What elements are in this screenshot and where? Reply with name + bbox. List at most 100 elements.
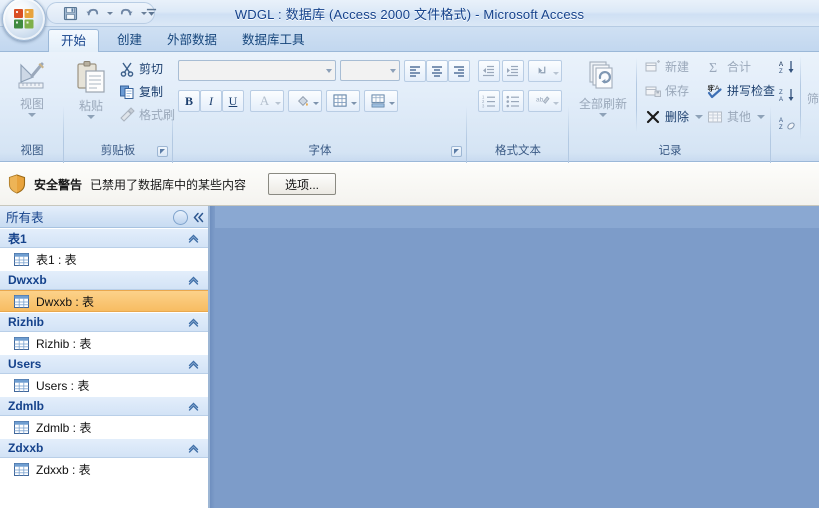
more-icon: [707, 109, 723, 125]
nav-item-users[interactable]: Users : 表: [0, 374, 208, 396]
nav-item-zdxxb[interactable]: Zdxxb : 表: [0, 458, 208, 480]
clear-sort-icon: A Z: [779, 115, 795, 131]
align-right-button[interactable]: [448, 60, 470, 82]
fill-color-button[interactable]: [288, 90, 322, 112]
undo-dropdown-arrow[interactable]: [105, 4, 114, 22]
refresh-all-dropdown-arrow[interactable]: [599, 113, 607, 117]
view-dropdown-arrow[interactable]: [28, 113, 36, 117]
nav-group-header-rizhib[interactable]: Rizhib: [0, 312, 208, 332]
nav-group-header-dwxxb[interactable]: Dwxxb: [0, 270, 208, 290]
group-label-clipboard: 剪贴板: [100, 145, 136, 157]
chevron-up-icon[interactable]: [187, 400, 200, 416]
spelling-button[interactable]: श 字 A 拼写检查: [704, 80, 778, 101]
paste-dropdown-arrow[interactable]: [87, 115, 95, 119]
totals-button[interactable]: Σ 合计: [704, 56, 754, 77]
tab-database-tools[interactable]: 数据库工具: [230, 29, 317, 52]
nav-item-zdmlb[interactable]: Zdmlb : 表: [0, 416, 208, 438]
delete-button[interactable]: 删除: [642, 106, 706, 127]
filter-button[interactable]: 筛: [804, 88, 819, 109]
nav-group-name: Rizhib: [8, 315, 44, 329]
align-center-icon: [432, 66, 442, 77]
alternate-fill-dropdown-arrow[interactable]: [389, 102, 395, 105]
ribbon-group-records: 全部刷新 新建 保存 删除 Σ 合计 श 字 A 拼写检查 其他 记录: [572, 54, 775, 160]
font-name-combo[interactable]: [178, 60, 336, 81]
quick-access-toolbar: [46, 2, 155, 24]
chevron-up-icon[interactable]: [187, 274, 200, 290]
ribbon-group-clipboard: 粘贴 剪切 复制 格式刷 剪贴板: [66, 54, 175, 160]
view-button[interactable]: 视图: [4, 56, 60, 140]
chevron-up-icon[interactable]: [187, 316, 200, 332]
numbered-list-button[interactable]: 1 2 3: [478, 90, 500, 112]
tab-create[interactable]: 创建: [105, 29, 154, 52]
more-dropdown-arrow[interactable]: [757, 115, 765, 119]
clipboard-dialog-launcher[interactable]: [157, 146, 168, 157]
align-left-button[interactable]: [404, 60, 426, 82]
workspace-area[interactable]: [210, 206, 819, 508]
refresh-all-button[interactable]: 全部刷新: [572, 56, 634, 140]
nav-group-name: 表1: [8, 231, 27, 246]
nav-group-name: Dwxxb: [8, 273, 47, 287]
sort-descending-button[interactable]: Z A: [776, 84, 798, 105]
text-highlight-dropdown-arrow[interactable]: [553, 102, 559, 105]
chevron-up-icon[interactable]: [187, 232, 200, 248]
font-size-combo[interactable]: [340, 60, 400, 81]
font-size-dropdown-arrow[interactable]: [390, 68, 396, 73]
save-record-button[interactable]: 保存: [642, 80, 692, 101]
alternate-fill-color-button[interactable]: [364, 90, 398, 112]
font-color-button[interactable]: A: [250, 90, 284, 112]
bulleted-list-button[interactable]: [502, 90, 524, 112]
delete-dropdown-arrow[interactable]: [695, 115, 703, 119]
underline-button[interactable]: U: [222, 90, 244, 112]
chevron-up-icon[interactable]: [187, 358, 200, 374]
font-color-dropdown-arrow[interactable]: [275, 102, 281, 105]
sort-ascending-icon: A A Z: [779, 59, 795, 75]
tab-home[interactable]: 开始: [48, 29, 100, 52]
bold-button[interactable]: B: [178, 90, 200, 112]
bulleted-list-icon: [506, 95, 519, 108]
gridlines-dropdown-arrow[interactable]: [351, 102, 357, 105]
nav-item-rizhib[interactable]: Rizhib : 表: [0, 332, 208, 354]
sort-ascending-button[interactable]: A A Z: [776, 56, 798, 77]
navigation-pane-menu-button[interactable]: [173, 209, 188, 225]
text-highlight-button[interactable]: ab: [528, 90, 562, 112]
gridlines-button[interactable]: [326, 90, 360, 112]
tab-external-data[interactable]: 外部数据: [155, 29, 229, 52]
fill-color-dropdown-arrow[interactable]: [313, 102, 319, 105]
nav-item-table1[interactable]: 表1 : 表: [0, 248, 208, 270]
align-center-button[interactable]: [426, 60, 448, 82]
navigation-pane-collapse-button[interactable]: [190, 209, 206, 225]
decrease-indent-button[interactable]: [478, 60, 500, 82]
copy-button[interactable]: 复制: [116, 81, 166, 102]
nav-group-header-zdmlb[interactable]: Zdmlb: [0, 396, 208, 416]
filter-label: 筛: [807, 92, 819, 106]
scissors-icon: [119, 61, 135, 77]
cut-button-label: 剪切: [139, 62, 164, 76]
chevron-up-icon[interactable]: [187, 442, 200, 458]
clear-sort-button[interactable]: A Z: [776, 112, 798, 133]
customize-qat-button[interactable]: [144, 5, 158, 19]
navigation-pane-header[interactable]: 所有表: [0, 206, 208, 228]
italic-button[interactable]: I: [200, 90, 222, 112]
security-options-button[interactable]: 选项...: [268, 173, 337, 195]
qat-redo-button[interactable]: [117, 4, 136, 23]
qat-save-button[interactable]: [61, 4, 80, 23]
nav-item-dwxxb[interactable]: Dwxxb : 表: [0, 290, 208, 312]
paste-button[interactable]: 粘贴: [66, 56, 116, 140]
more-button[interactable]: 其他: [704, 106, 768, 127]
increase-indent-button[interactable]: [502, 60, 524, 82]
text-direction-dropdown-arrow[interactable]: [553, 72, 559, 75]
font-name-dropdown-arrow[interactable]: [326, 68, 332, 73]
svg-text:字: 字: [708, 83, 716, 93]
nav-group-header-zdxxb[interactable]: Zdxxb: [0, 438, 208, 458]
qat-undo-button[interactable]: [83, 4, 102, 23]
nav-group-header-table1[interactable]: 表1: [0, 228, 208, 248]
format-painter-button[interactable]: 格式刷: [116, 104, 178, 125]
ribbon-group-sort-filter: A A Z Z A A Z 筛: [774, 54, 819, 160]
text-direction-button[interactable]: [528, 60, 562, 82]
font-dialog-launcher[interactable]: [451, 146, 462, 157]
new-record-button[interactable]: 新建: [642, 56, 692, 77]
redo-icon: [120, 8, 133, 15]
table-icon: [14, 420, 29, 434]
nav-group-header-users[interactable]: Users: [0, 354, 208, 374]
cut-button[interactable]: 剪切: [116, 58, 166, 79]
